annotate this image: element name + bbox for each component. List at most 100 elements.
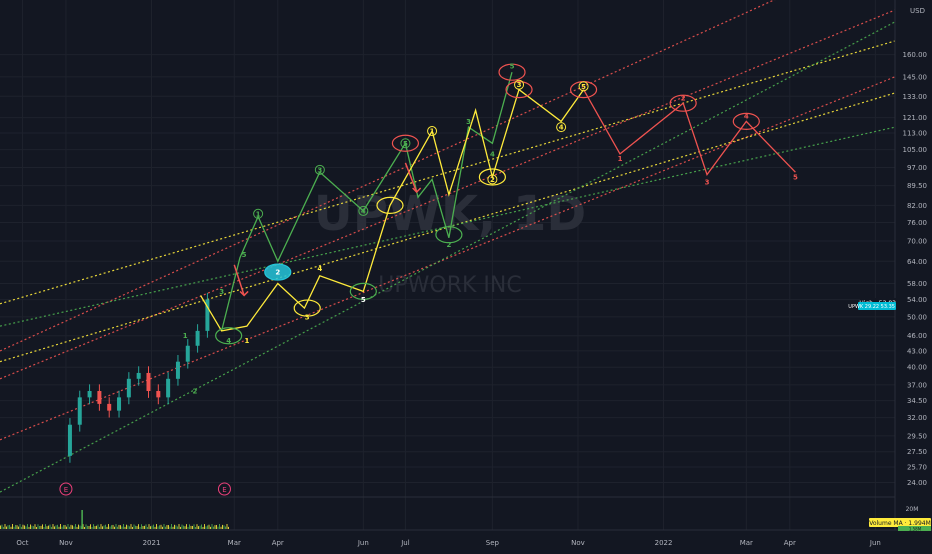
volume-bar — [70, 524, 72, 529]
volume-bar — [217, 526, 219, 529]
volume-bar — [138, 524, 139, 529]
volume-bar — [10, 526, 12, 529]
y-tick-label: 160.00 — [903, 51, 928, 59]
volume-bar — [55, 525, 57, 529]
wave-label: 3 — [305, 313, 310, 321]
volume-bar — [214, 525, 216, 529]
volume-bar — [210, 526, 211, 529]
volume-bar — [79, 525, 81, 529]
volume-bar — [63, 525, 64, 529]
wave-label: 3 — [317, 166, 322, 174]
volume-scale-text: 20M — [906, 506, 919, 513]
volume-bar — [67, 524, 69, 529]
volume-bar — [46, 526, 48, 529]
volume-bar — [223, 525, 225, 529]
wave-label: 1 — [256, 210, 261, 218]
volume-bar — [207, 525, 208, 529]
volume-bar — [201, 524, 202, 529]
volume-bar — [27, 524, 28, 529]
y-tick-label: 34.50 — [907, 397, 927, 405]
y-tick-label: 133.00 — [903, 93, 928, 101]
volume-bar — [60, 524, 61, 529]
volume-bar — [222, 524, 223, 529]
y-tick-label: 24.00 — [907, 479, 927, 487]
chart-root: UPWK, 1D UPWORK INC 12345112334455132425… — [0, 0, 932, 550]
volume-bar — [90, 524, 91, 529]
volume-bar — [115, 524, 117, 529]
x-tick-label: Jun — [357, 539, 369, 547]
wave-label: 5 — [581, 83, 586, 91]
volume-bar — [126, 524, 127, 529]
volume-bar — [40, 525, 42, 529]
volume-bar — [124, 526, 126, 529]
volume-bar — [141, 524, 142, 529]
wave-label: 4 — [490, 150, 495, 158]
wave-label: 3 — [219, 288, 224, 296]
volume-bar — [15, 524, 16, 529]
volume-bar — [184, 526, 186, 529]
volume-bar — [96, 525, 97, 529]
volume-bar — [30, 524, 31, 529]
wave-label: 5 — [510, 63, 515, 71]
volume-bar — [78, 524, 79, 529]
volume-bar — [193, 524, 195, 529]
volume-bar — [66, 526, 67, 529]
wave-label: 3 — [705, 178, 710, 186]
volume-bar — [48, 525, 49, 529]
volume-bar — [163, 524, 165, 529]
y-tick-label: 37.00 — [907, 381, 927, 389]
volume-bar — [147, 526, 148, 529]
volume-bar — [12, 524, 13, 529]
volume-bar — [49, 524, 51, 529]
y-tick-label: 58.00 — [907, 280, 927, 288]
volume-bar — [117, 526, 118, 529]
volume-bar — [120, 525, 121, 529]
watermark-company: UPWORK INC — [378, 273, 521, 298]
volume-spike — [81, 510, 83, 529]
volume-bar — [153, 524, 154, 529]
volume-bar — [114, 526, 115, 529]
wave-label: 4 — [317, 265, 322, 273]
volume-bar — [72, 525, 73, 529]
candle-body — [67, 424, 72, 456]
volume-bar — [133, 524, 135, 529]
volume-bar — [109, 526, 111, 529]
wave-label: 2 — [275, 269, 280, 277]
y-tick-label: 25.70 — [907, 464, 927, 472]
volume-bar — [178, 524, 180, 529]
candle-body — [136, 372, 141, 379]
volume-bar — [22, 524, 24, 529]
x-tick-label: Oct — [16, 539, 28, 547]
wave-label: 2 — [490, 176, 495, 184]
volume-bar — [154, 526, 156, 529]
wave-label: 5 — [793, 173, 798, 181]
wave-label: 5 — [242, 251, 247, 259]
volume-bar — [87, 525, 88, 529]
volume-bar — [199, 525, 201, 529]
y-tick-label: 89.50 — [907, 182, 927, 190]
volume-bar — [132, 526, 133, 529]
chart-svg[interactable]: UPWK, 1D UPWORK INC 12345112334455132425… — [0, 0, 932, 550]
x-tick-label: 2022 — [655, 539, 673, 547]
volume-bar — [225, 526, 226, 529]
volume-bar — [216, 524, 217, 529]
volume-bar — [213, 526, 214, 529]
volume-bar — [93, 524, 94, 529]
volume-bar — [192, 525, 193, 529]
wave-label: 2 — [681, 94, 686, 102]
volume-bar — [18, 526, 19, 529]
volume-bar — [196, 524, 198, 529]
y-tick-label: 113.00 — [903, 130, 928, 138]
volume-bar — [13, 526, 15, 529]
wave-label: 4 — [361, 207, 366, 215]
x-tick-label: Mar — [740, 539, 753, 547]
y-tick-label: 145.00 — [903, 73, 928, 81]
volume-bar — [220, 526, 222, 529]
volume-bar — [172, 526, 174, 529]
volume-bar — [37, 524, 39, 529]
candle-body — [77, 397, 82, 425]
candle-body — [146, 372, 151, 392]
volume-bar — [219, 524, 220, 529]
candle-body — [175, 361, 180, 379]
volume-bar — [175, 525, 177, 529]
